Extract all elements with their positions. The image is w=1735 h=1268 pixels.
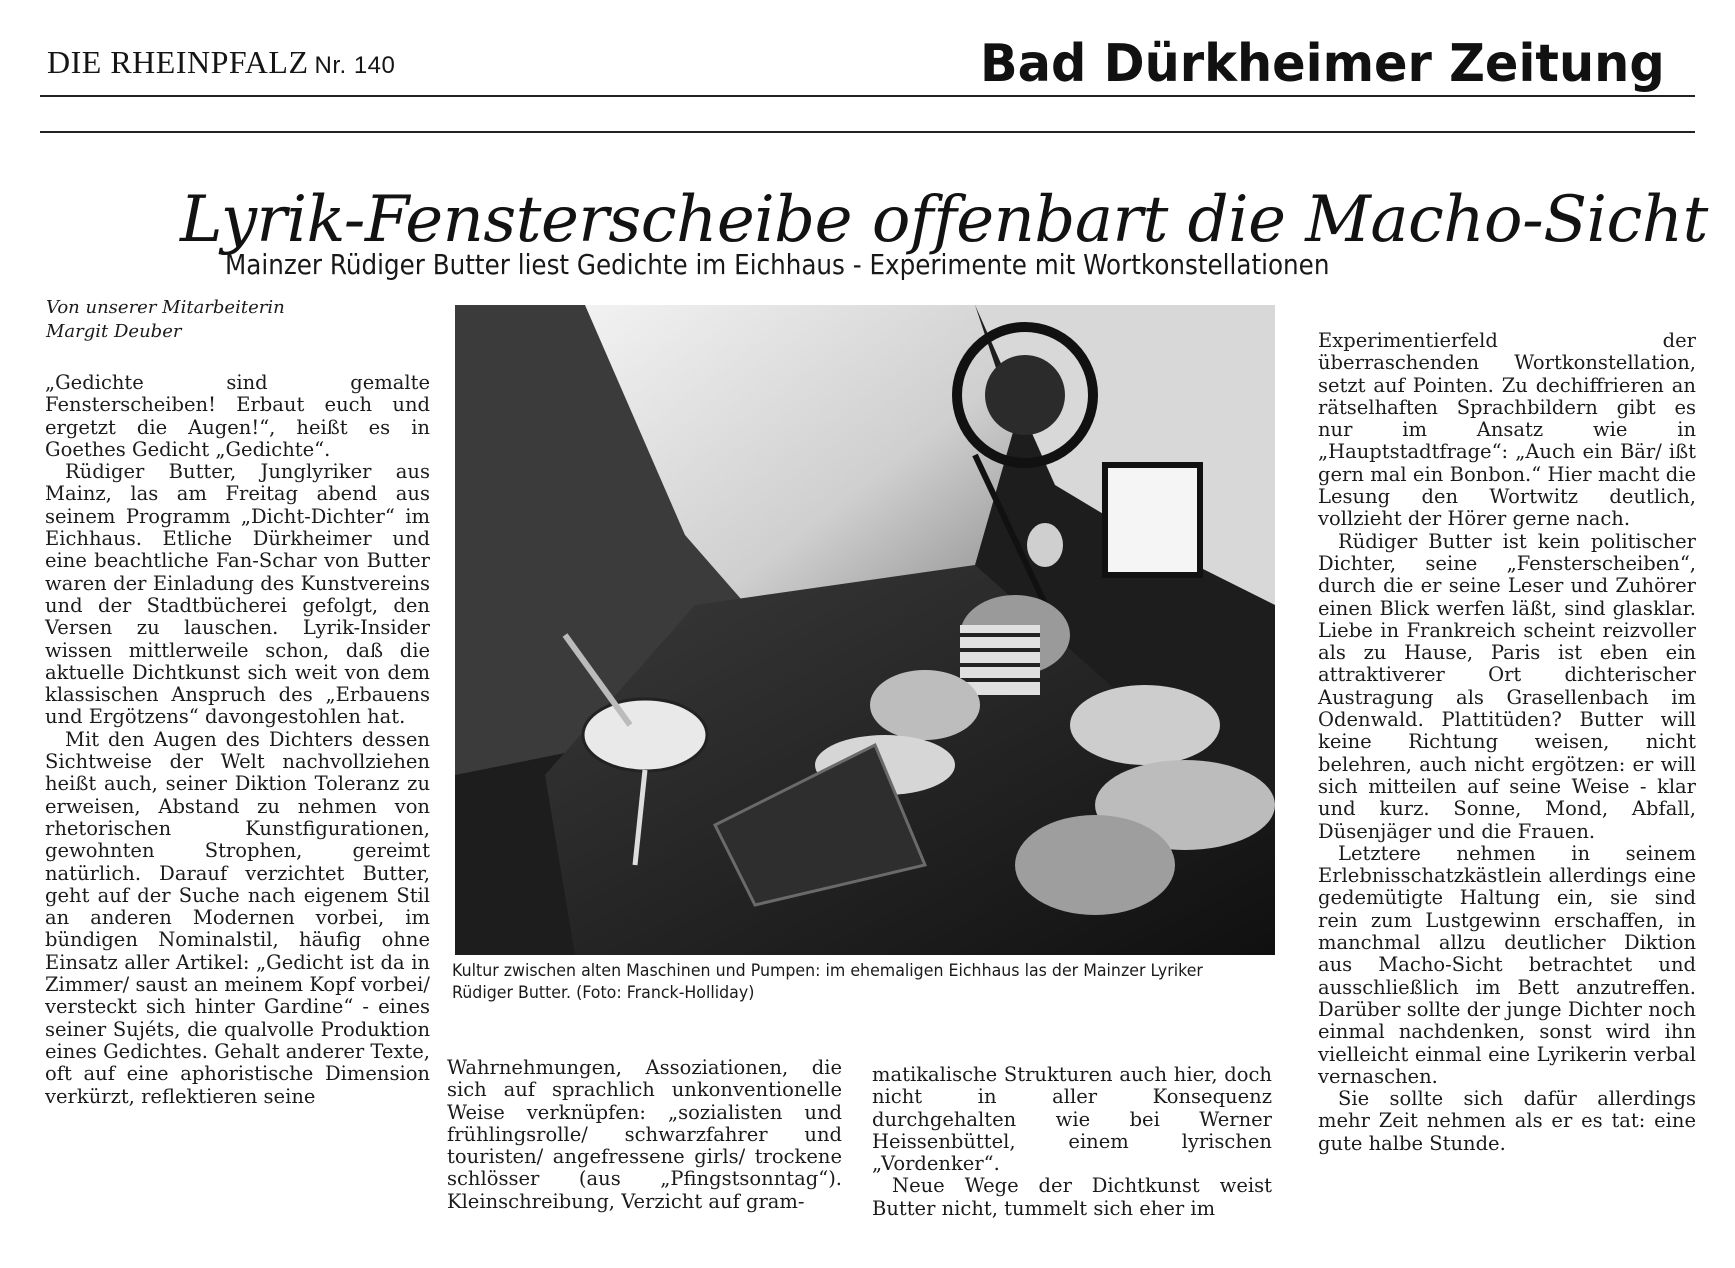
paragraph: Rüdiger Butter ist kein politischer Dich… <box>1318 529 1696 843</box>
paragraph: Experimentierfeld der überraschenden Wor… <box>1318 329 1696 531</box>
article-subheadline: Mainzer Rüdiger Butter liest Gedichte im… <box>225 248 1330 281</box>
article-column-3: matikalische Strukturen auch hier, doch … <box>872 1063 1272 1220</box>
paragraph: „Gedichte sind gemalte Fensterscheiben! … <box>45 371 430 461</box>
byline: Von unserer Mitarbeiterin Margit Deuber <box>46 296 285 344</box>
masthead-rule <box>40 95 1695 97</box>
paragraph: Mit den Augen des Dichters dessen Sichtw… <box>45 727 430 1108</box>
article-photo <box>455 305 1275 955</box>
paragraph: Wahrnehmungen, Assoziationen, die sich a… <box>447 1056 842 1213</box>
byline-author: Margit Deuber <box>46 321 182 342</box>
paragraph: matikalische Strukturen auch hier, doch … <box>872 1063 1272 1176</box>
paper-name: DIE RHEINPFALZ <box>47 44 309 80</box>
byline-line-1: Von unserer Mitarbeiterin <box>46 297 285 318</box>
paragraph: Sie sollte sich dafür allerdings mehr Ze… <box>1318 1087 1696 1155</box>
article-column-4: Experimentierfeld der überraschenden Wor… <box>1318 329 1696 1155</box>
article-column-2: Wahrnehmungen, Assoziationen, die sich a… <box>447 1056 842 1213</box>
masthead-rule-lower <box>40 131 1695 133</box>
issue-number: Nr. 140 <box>314 52 396 79</box>
photo-image <box>455 305 1275 955</box>
article-column-1: „Gedichte sind gemalte Fensterscheiben! … <box>45 371 430 1108</box>
paragraph: Rüdiger Butter, Junglyriker aus Mainz, l… <box>45 460 430 729</box>
masthead-paper-name: DIE RHEINPFALZ Nr. 140 <box>47 44 395 81</box>
paragraph: Letztere nehmen in seinem Erlebnisschatz… <box>1318 841 1696 1088</box>
photo-caption: Kultur zwischen alten Maschinen und Pump… <box>452 961 1203 1003</box>
section-title: Bad Dürkheimer Zeitung <box>980 34 1665 94</box>
article-headline: Lyrik-Fensterscheibe offenbart die Macho… <box>180 183 1708 257</box>
paragraph: Neue Wege der Dichtkunst weist Butter ni… <box>872 1174 1272 1220</box>
